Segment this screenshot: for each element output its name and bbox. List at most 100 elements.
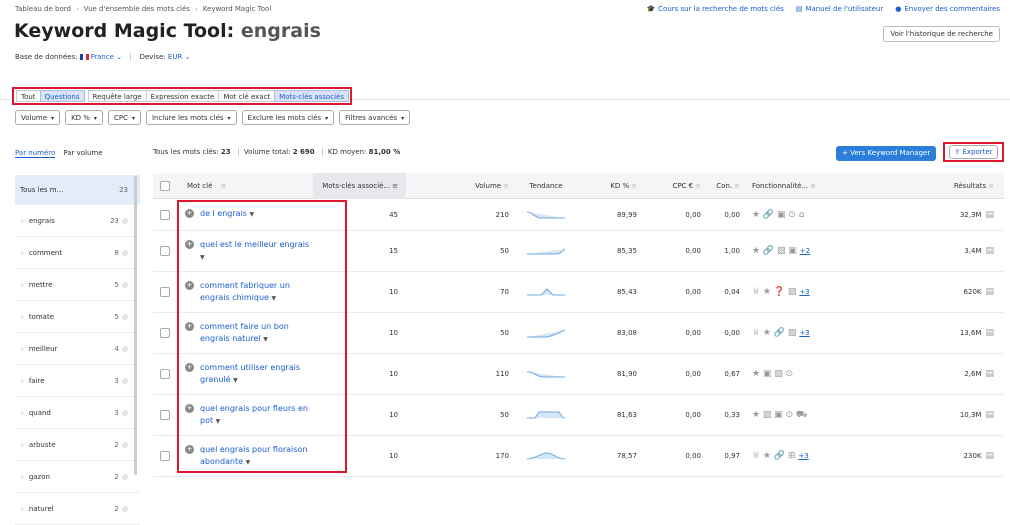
keyword-link[interactable]: quel engrais pour floraison abondante ▼ — [200, 444, 313, 469]
currency-dropdown[interactable]: EUR ⌄ — [168, 53, 191, 61]
tab-by-number[interactable]: Par numéro — [15, 149, 56, 158]
serp-doc-icon[interactable]: ▤ — [985, 210, 994, 220]
tab-broad[interactable]: Requête large — [87, 90, 147, 102]
sidebar-item-tomate[interactable]: › tomate 5 ◎ — [15, 301, 140, 333]
keyword-link[interactable]: comment fabriquer un engrais chimique ▼ — [200, 280, 313, 305]
breadcrumb-dashboard[interactable]: Tableau de bord — [15, 5, 71, 13]
header-volume[interactable]: Volume ≡ — [406, 182, 517, 190]
chevron-down-icon: ▾ — [131, 115, 135, 122]
manual-link[interactable]: ▤ Manuel de l'utilisateur — [796, 5, 883, 13]
more-features-link[interactable]: +3 — [799, 329, 809, 337]
tab-phrase[interactable]: Expression exacte — [145, 90, 220, 102]
eye-icon[interactable]: ◎ — [122, 377, 128, 385]
results-value: 10,3M ▤ — [959, 410, 994, 420]
more-features-link[interactable]: +2 — [800, 247, 810, 255]
filter-exclude[interactable]: Exclure les mots clés ▾ — [241, 110, 335, 125]
keyword-link[interactable]: de l engrais ▼ — [200, 208, 254, 221]
filter-cpc[interactable]: CPC ▾ — [107, 110, 141, 125]
row-checkbox[interactable] — [160, 287, 170, 297]
more-features-link[interactable]: +3 — [798, 452, 808, 460]
competition-value: 0,67 — [724, 370, 740, 378]
add-to-list-icon[interactable]: + — [185, 321, 194, 331]
filter-include[interactable]: Inclure les mots clés ▾ — [145, 110, 237, 125]
trend-sparkline — [517, 209, 575, 221]
keyword-link[interactable]: quel engrais pour fleurs en pot ▼ — [200, 403, 313, 428]
tab-by-volume[interactable]: Par volume — [63, 149, 102, 157]
chevron-down-icon: ⌄ — [116, 53, 123, 61]
sidebar-item-mettre[interactable]: › mettre 5 ◎ — [15, 269, 140, 301]
eye-icon[interactable]: ◎ — [122, 409, 128, 417]
breadcrumb-overview[interactable]: Vue d'ensemble des mots clés — [84, 5, 190, 13]
more-features-link[interactable]: +3 — [799, 288, 809, 296]
row-checkbox[interactable] — [160, 369, 170, 379]
kd-value: 78,57 — [616, 452, 637, 460]
sidebar-item-arbuste[interactable]: › arbuste 2 ◎ — [15, 429, 140, 461]
header-keyword[interactable]: Mot clé ≡ — [177, 182, 313, 190]
add-to-list-icon[interactable]: + — [185, 444, 194, 454]
eye-icon[interactable]: ◎ — [122, 441, 128, 449]
add-to-list-icon[interactable]: + — [185, 403, 194, 413]
header-results[interactable]: Résultats ≡ — [844, 182, 1004, 190]
serp-doc-icon[interactable]: ▤ — [985, 451, 994, 461]
add-to-list-icon[interactable]: + — [185, 362, 194, 372]
keyword-link[interactable]: quel est le meilleur engrais ▼ — [200, 239, 313, 264]
keyword-manager-button[interactable]: + Vers Keyword Manager — [836, 146, 937, 161]
row-checkbox[interactable] — [160, 246, 170, 256]
trend-sparkline — [517, 245, 575, 257]
serp-doc-icon[interactable]: ▤ — [985, 410, 994, 420]
sidebar-item-gazon[interactable]: › gazon 2 ◎ — [15, 461, 140, 493]
sidebar-item-all[interactable]: Tous les m... 23 — [15, 175, 140, 205]
export-button[interactable]: ⇪ Exporter — [949, 145, 998, 159]
header-features[interactable]: Fonctionnalité... ≡ — [744, 182, 844, 190]
country-dropdown[interactable]: France ⌄ — [91, 53, 122, 61]
add-to-list-icon[interactable]: + — [185, 209, 194, 218]
add-to-list-icon[interactable]: + — [185, 280, 194, 290]
header-related[interactable]: Mots-clés associé... ≡ — [313, 172, 406, 199]
sidebar-item-quand[interactable]: › quand 3 ◎ — [15, 397, 140, 429]
filter-kd[interactable]: KD % ▾ — [65, 110, 103, 125]
row-checkbox[interactable] — [160, 328, 170, 338]
filter-volume[interactable]: Volume ▾ — [15, 110, 61, 125]
eye-icon[interactable]: ◎ — [122, 313, 128, 321]
eye-icon[interactable]: ◎ — [122, 249, 128, 257]
volume-value: 70 — [500, 288, 509, 296]
serp-doc-icon[interactable]: ▤ — [985, 246, 994, 256]
eye-icon[interactable]: ◎ — [122, 281, 128, 289]
chevron-down-icon: ▾ — [227, 115, 231, 122]
header-cpc[interactable]: CPC € ≡ — [643, 182, 709, 190]
breadcrumb-current: Keyword Magic Tool — [202, 5, 272, 13]
select-all-checkbox[interactable] — [160, 180, 170, 191]
add-to-list-icon[interactable]: + — [185, 239, 194, 249]
filter-advanced[interactable]: Filtres avancés ▾ — [339, 110, 411, 125]
sidebar-item-faire[interactable]: › faire 3 ◎ — [15, 365, 140, 397]
feedback-link[interactable]: ● Envoyer des commentaires — [895, 5, 1000, 13]
eye-icon[interactable]: ◎ — [122, 505, 128, 513]
chevron-right-icon: › — [21, 472, 24, 481]
sidebar-item-engrais[interactable]: › engrais 23 ◎ — [15, 205, 140, 237]
header-competition[interactable]: Con. ≡ — [709, 182, 744, 190]
row-checkbox[interactable] — [160, 410, 170, 420]
tab-exact[interactable]: Mot clé exact — [218, 90, 276, 102]
history-button[interactable]: Voir l'historique de recherche — [883, 26, 1000, 42]
sidebar-scrollbar[interactable] — [134, 176, 137, 475]
sidebar-item-comment[interactable]: › comment 8 ◎ — [15, 237, 140, 269]
keyword-link[interactable]: comment faire un bon engrais naturel ▼ — [200, 321, 313, 346]
chevron-right-icon: › — [21, 248, 24, 257]
tab-questions[interactable]: Questions — [39, 90, 85, 102]
tab-related[interactable]: Mots-clés associés — [274, 90, 349, 102]
eye-icon[interactable]: ◎ — [122, 217, 128, 225]
table-row: + quel est le meilleur engrais ▼ 15 50 85,35… — [153, 231, 1004, 272]
sidebar-item-naturel[interactable]: › naturel 2 ◎ — [15, 493, 140, 525]
serp-doc-icon[interactable]: ▤ — [985, 287, 994, 297]
header-kd[interactable]: KD % ≡ — [575, 182, 643, 190]
eye-icon[interactable]: ◎ — [122, 345, 128, 353]
eye-icon[interactable]: ◎ — [122, 473, 128, 481]
sidebar-item-meilleur[interactable]: › meilleur 4 ◎ — [15, 333, 140, 365]
serp-doc-icon[interactable]: ▤ — [985, 328, 994, 338]
tab-all[interactable]: Tout — [16, 90, 41, 102]
row-checkbox[interactable] — [160, 209, 170, 220]
row-checkbox[interactable] — [160, 451, 170, 461]
serp-doc-icon[interactable]: ▤ — [985, 369, 994, 379]
keyword-link[interactable]: comment utiliser engrais granulé ▼ — [200, 362, 313, 387]
course-link[interactable]: 🎓 Cours sur la recherche de mots clés — [646, 5, 783, 13]
